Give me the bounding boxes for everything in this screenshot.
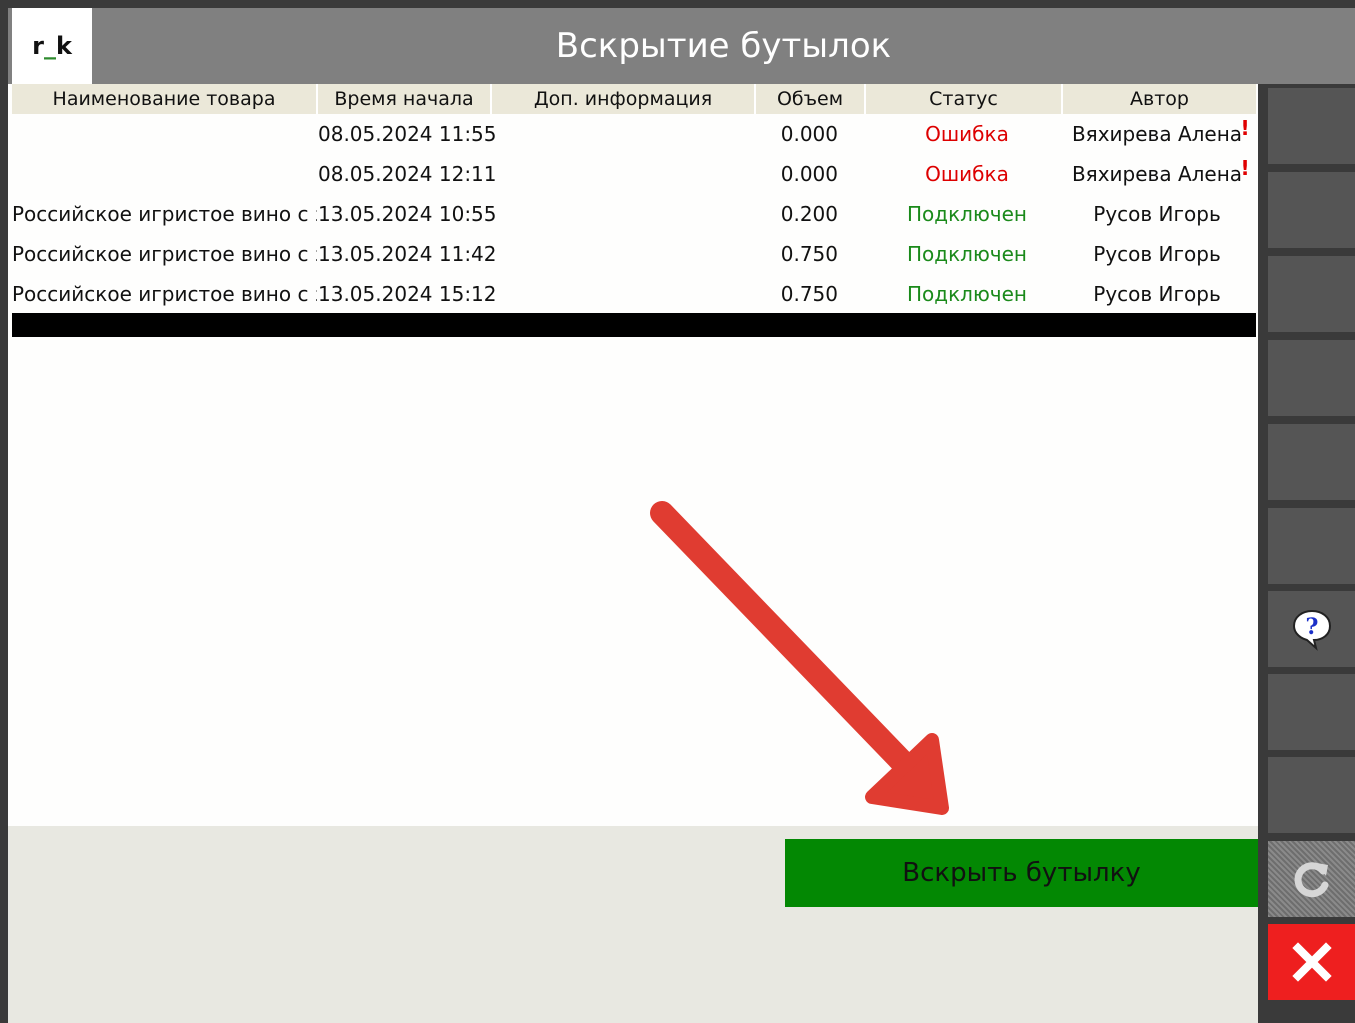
table-header: Наименование товара Время начала Доп. ин… [12,84,1256,114]
sidebar-button-1[interactable] [1268,88,1355,164]
column-header-author[interactable]: Автор [1063,84,1256,114]
cell-status: Подключен [907,242,1027,266]
cell-volume: 0.750 [780,282,838,306]
close-icon [1291,942,1332,982]
cell-time: 13.05.2024 15:12 [318,282,497,306]
sidebar-button-8[interactable] [1268,674,1355,750]
cell-volume: 0.750 [780,242,838,266]
open-bottle-button-label: Вскрыть бутылку [902,858,1141,888]
sidebar-button-5[interactable] [1268,424,1355,500]
cell-name: Российское игристое вино с за [12,202,317,226]
column-header-name[interactable]: Наименование товара [12,84,318,114]
sidebar-button-6[interactable] [1268,508,1355,584]
cell-name: Российское игристое вино с за [12,242,317,266]
cell-status: Подключен [907,202,1027,226]
svg-text:?: ? [1305,614,1318,640]
cell-time: 13.05.2024 11:42 [318,242,497,266]
header-bar: r _ k Вскрытие бутылок [8,8,1355,84]
refresh-icon [1294,862,1328,898]
table-row[interactable]: Российское игристое вино с за 13.05.2024… [12,234,1256,274]
logo-text-left: r [32,32,44,60]
bottom-panel: Вскрыть бутылку [8,826,1258,1023]
help-bubble-icon: ? [1292,609,1331,651]
cell-status: Ошибка [925,122,1009,146]
logo: r _ k [12,8,92,84]
app-window: r _ k Вскрытие бутылок Наименование товара… [0,0,1355,1023]
open-bottle-button[interactable]: Вскрыть бутылку [785,839,1258,907]
sidebar-button-4[interactable] [1268,340,1355,416]
cell-volume: 0.000 [780,122,838,146]
table-row[interactable]: 08.05.2024 12:11 0.000 Ошибка Вяхирева А… [12,154,1256,194]
cell-volume: 0.200 [780,202,838,226]
cell-name [12,114,317,154]
selected-row-highlight[interactable] [12,313,1256,337]
table-body: 08.05.2024 11:55 0.000 Ошибка Вяхирева А… [12,114,1256,314]
column-header-status[interactable]: Статус [866,84,1063,114]
cell-volume: 0.000 [780,162,838,186]
error-flag-icon: ! [1240,116,1250,140]
page-title: Вскрытие бутылок [555,26,892,66]
cell-name: Российское игристое вино с за [12,282,317,306]
main-panel: Наименование товара Время начала Доп. ин… [8,84,1258,1023]
sidebar-button-3[interactable] [1268,256,1355,332]
sidebar-toolbar: ? [1258,84,1355,1023]
refresh-button[interactable] [1268,841,1355,917]
table-row[interactable]: Российское игристое вино с за 13.05.2024… [12,194,1256,234]
column-header-volume[interactable]: Объем [756,84,866,114]
close-button[interactable] [1268,924,1355,1000]
column-header-time[interactable]: Время начала [318,84,492,114]
cell-time: 08.05.2024 12:11 [318,162,497,186]
table-row[interactable]: 08.05.2024 11:55 0.000 Ошибка Вяхирева А… [12,114,1256,154]
cell-author: Вяхирева Алена [1071,162,1243,186]
table-row[interactable]: Российское игристое вино с за 13.05.2024… [12,274,1256,314]
cell-author: Русов Игорь [1093,282,1221,306]
cell-author: Вяхирева Алена [1071,122,1243,146]
cell-status: Подключен [907,282,1027,306]
logo-text-right: k [55,32,72,60]
cell-time: 08.05.2024 11:55 [318,122,497,146]
cell-name [12,154,317,194]
cell-author: Русов Игорь [1093,242,1221,266]
column-header-info[interactable]: Доп. информация [492,84,756,114]
cell-author: Русов Игорь [1093,202,1221,226]
sidebar-button-2[interactable] [1268,172,1355,248]
help-button[interactable]: ? [1268,591,1355,667]
sidebar-button-9[interactable] [1268,757,1355,833]
cell-time: 13.05.2024 10:55 [318,202,497,226]
cell-status: Ошибка [925,162,1009,186]
logo-underscore: _ [43,32,56,60]
error-flag-icon: ! [1240,156,1250,180]
